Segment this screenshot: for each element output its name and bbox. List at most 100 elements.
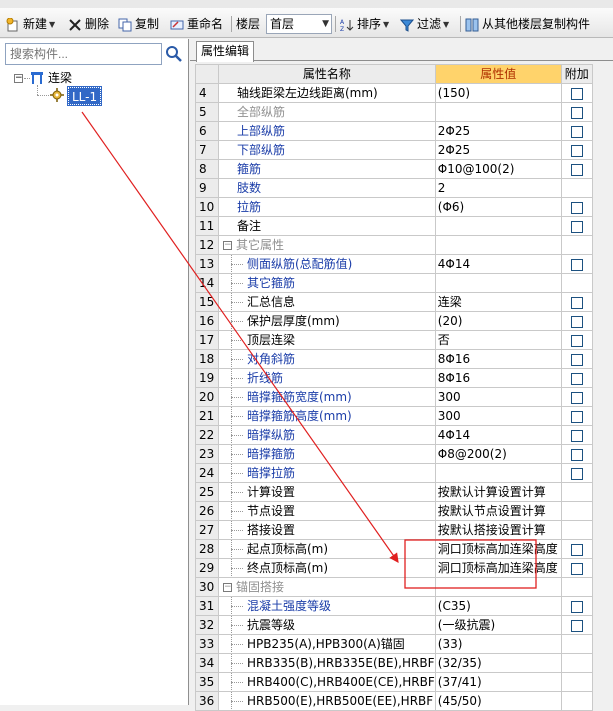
- attach-checkbox[interactable]: [570, 619, 583, 632]
- property-value[interactable]: 4Φ14: [434, 425, 562, 445]
- property-value[interactable]: 否: [434, 330, 562, 350]
- group-collapse-toggle[interactable]: −: [223, 241, 232, 250]
- table-row[interactable]: 23 暗撑箍筋 Φ8@200(2): [195, 444, 593, 464]
- attach-checkbox[interactable]: [570, 543, 583, 556]
- property-value[interactable]: 2Φ25: [434, 140, 562, 160]
- attach-checkbox[interactable]: [570, 220, 583, 233]
- table-row[interactable]: 11 备注: [195, 216, 593, 236]
- filter-button[interactable]: 过滤 ▼: [400, 15, 449, 33]
- table-row[interactable]: 7 下部纵筋 2Φ25: [195, 140, 593, 160]
- table-row[interactable]: 22 暗撑纵筋 4Φ14: [195, 425, 593, 445]
- table-row[interactable]: 13 侧面纵筋(总配筋值) 4Φ14: [195, 254, 593, 274]
- floor-select[interactable]: 首层 ▼: [266, 14, 332, 34]
- table-row[interactable]: 12− 其它属性: [195, 235, 593, 255]
- table-row[interactable]: 34 HRB335(B),HRB335E(BE),HRBF (32/35): [195, 653, 593, 673]
- attach-checkbox[interactable]: [570, 391, 583, 404]
- attach-checkbox[interactable]: [570, 448, 583, 461]
- copy-button[interactable]: 复制: [118, 15, 159, 33]
- table-row[interactable]: 20 暗撑箍筋宽度(mm) 300: [195, 387, 593, 407]
- property-value[interactable]: 4Φ14: [434, 254, 562, 274]
- property-value[interactable]: [434, 463, 562, 483]
- property-value[interactable]: 洞口顶标高加连梁高度: [434, 539, 562, 559]
- property-value[interactable]: (37/41): [434, 672, 562, 692]
- copy-from-floor-button[interactable]: 从其他楼层复制构件: [465, 15, 590, 33]
- property-value[interactable]: (Φ6): [434, 197, 562, 217]
- property-value[interactable]: (150): [434, 83, 562, 103]
- table-row[interactable]: 26 节点设置 按默认节点设置计算: [195, 501, 593, 521]
- table-row[interactable]: 28 起点顶标高(m) 洞口顶标高加连梁高度: [195, 539, 593, 559]
- property-value[interactable]: 按默认节点设置计算: [434, 501, 562, 521]
- property-value[interactable]: 连梁: [434, 292, 562, 312]
- group-collapse-toggle[interactable]: −: [223, 583, 232, 592]
- table-row[interactable]: 17 顶层连梁 否: [195, 330, 593, 350]
- property-value[interactable]: 按默认计算设置计算: [434, 482, 562, 502]
- property-value[interactable]: 300: [434, 406, 562, 426]
- table-row[interactable]: 25 计算设置 按默认计算设置计算: [195, 482, 593, 502]
- property-value[interactable]: 2Φ25: [434, 121, 562, 141]
- property-value[interactable]: Φ8@200(2): [434, 444, 562, 464]
- table-row[interactable]: 36 HRB500(E),HRB500E(EE),HRBF (45/50): [195, 691, 593, 711]
- table-row[interactable]: 31 混凝土强度等级 (C35): [195, 596, 593, 616]
- property-value[interactable]: 洞口顶标高加连梁高度: [434, 558, 562, 578]
- property-value[interactable]: (33): [434, 634, 562, 654]
- delete-button[interactable]: 删除: [68, 15, 109, 33]
- property-value[interactable]: [434, 102, 562, 122]
- rename-button[interactable]: 重命名: [170, 15, 223, 33]
- property-value[interactable]: (32/35): [434, 653, 562, 673]
- property-value[interactable]: [434, 216, 562, 236]
- property-value[interactable]: (45/50): [434, 691, 562, 711]
- attach-checkbox[interactable]: [570, 429, 583, 442]
- table-row[interactable]: 6 上部纵筋 2Φ25: [195, 121, 593, 141]
- attach-checkbox[interactable]: [570, 125, 583, 138]
- tree-item-ll-1[interactable]: LL-1: [66, 86, 103, 106]
- attach-checkbox[interactable]: [570, 562, 583, 575]
- attach-checkbox[interactable]: [570, 467, 583, 480]
- attach-checkbox[interactable]: [570, 315, 583, 328]
- search-input[interactable]: [5, 43, 162, 65]
- attach-checkbox[interactable]: [570, 600, 583, 613]
- attach-checkbox[interactable]: [570, 87, 583, 100]
- property-value[interactable]: 300: [434, 387, 562, 407]
- property-value[interactable]: 按默认搭接设置计算: [434, 520, 562, 540]
- property-value[interactable]: Φ10@100(2): [434, 159, 562, 179]
- attach-checkbox[interactable]: [570, 296, 583, 309]
- attach-checkbox[interactable]: [570, 372, 583, 385]
- tree-collapse-toggle[interactable]: −: [14, 74, 23, 83]
- attach-checkbox[interactable]: [570, 106, 583, 119]
- table-row[interactable]: 8 箍筋 Φ10@100(2): [195, 159, 593, 179]
- attach-checkbox[interactable]: [570, 258, 583, 271]
- property-value[interactable]: (20): [434, 311, 562, 331]
- table-row[interactable]: 21 暗撑箍筋高度(mm) 300: [195, 406, 593, 426]
- table-row[interactable]: 35 HRB400(C),HRB400E(CE),HRBF (37/41): [195, 672, 593, 692]
- table-row[interactable]: 10 拉筋 (Φ6): [195, 197, 593, 217]
- table-row[interactable]: 33 HPB235(A),HPB300(A)锚固 (33): [195, 634, 593, 654]
- table-row[interactable]: 30− 锚固搭接: [195, 577, 593, 597]
- attach-checkbox[interactable]: [570, 410, 583, 423]
- new-button[interactable]: 新建 ▼: [6, 15, 55, 33]
- tree-root-lianliang[interactable]: 连梁: [48, 69, 72, 87]
- table-row[interactable]: 4 轴线距梁左边线距离(mm) (150): [195, 83, 593, 103]
- property-value[interactable]: 8Φ16: [434, 349, 562, 369]
- table-row[interactable]: 32 抗震等级 (一级抗震): [195, 615, 593, 635]
- attach-checkbox[interactable]: [570, 353, 583, 366]
- table-row[interactable]: 9 肢数 2: [195, 178, 593, 198]
- property-value[interactable]: 2: [434, 178, 562, 198]
- attach-checkbox[interactable]: [570, 144, 583, 157]
- table-row[interactable]: 24 暗撑拉筋: [195, 463, 593, 483]
- table-row[interactable]: 27 搭接设置 按默认搭接设置计算: [195, 520, 593, 540]
- attach-checkbox[interactable]: [570, 201, 583, 214]
- property-value[interactable]: [434, 273, 562, 293]
- property-value[interactable]: 8Φ16: [434, 368, 562, 388]
- tab-property-edit[interactable]: 属性编辑: [196, 41, 254, 62]
- property-value[interactable]: (C35): [434, 596, 562, 616]
- table-row[interactable]: 15 汇总信息 连梁: [195, 292, 593, 312]
- sort-button[interactable]: A Z 排序 ▼: [340, 15, 389, 33]
- attach-checkbox[interactable]: [570, 334, 583, 347]
- table-row[interactable]: 19 折线筋 8Φ16: [195, 368, 593, 388]
- search-icon[interactable]: [164, 44, 184, 64]
- table-row[interactable]: 29 终点顶标高(m) 洞口顶标高加连梁高度: [195, 558, 593, 578]
- property-value[interactable]: (一级抗震): [434, 615, 562, 635]
- table-row[interactable]: 18 对角斜筋 8Φ16: [195, 349, 593, 369]
- table-row[interactable]: 5 全部纵筋: [195, 102, 593, 122]
- table-row[interactable]: 14 其它箍筋: [195, 273, 593, 293]
